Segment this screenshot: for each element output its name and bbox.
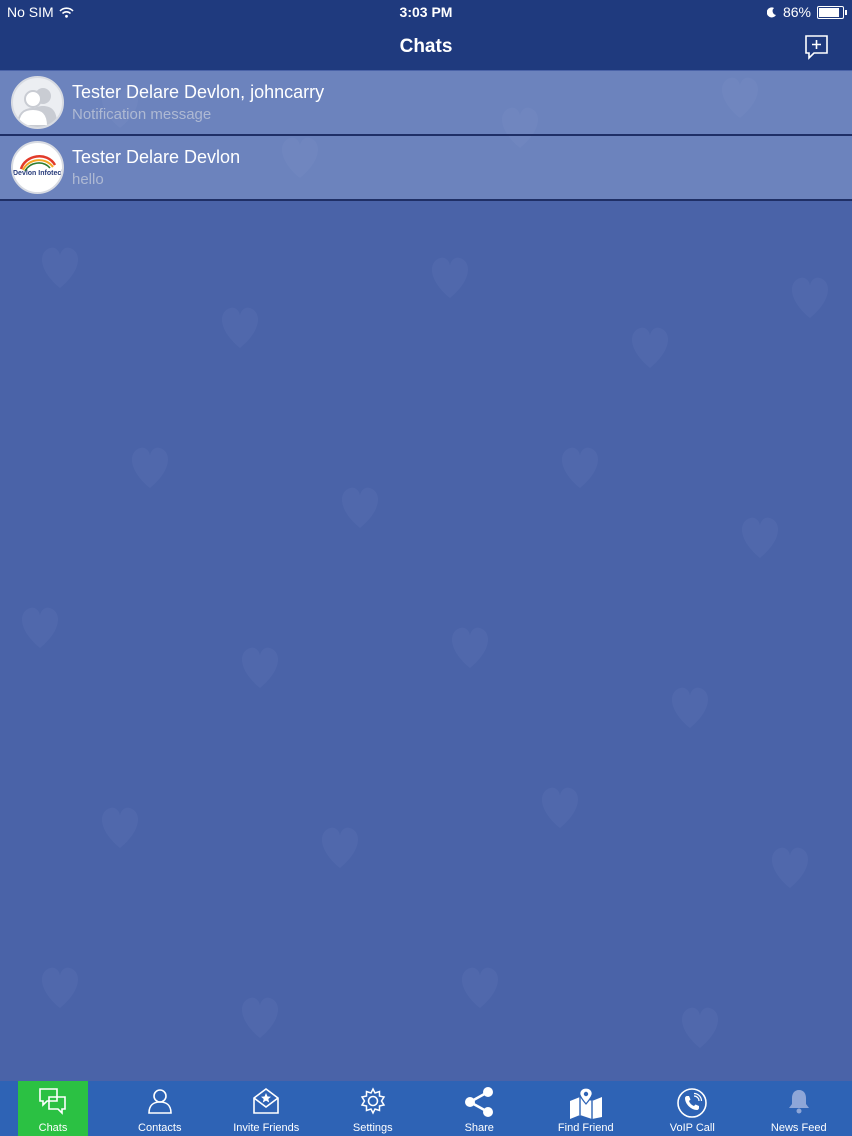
group-avatar-icon <box>11 76 64 129</box>
envelope-icon <box>253 1088 280 1114</box>
chat-list: Tester Delare Devlon, johncarry Notifica… <box>0 71 852 201</box>
tab-share[interactable]: Share <box>426 1081 533 1136</box>
tab-label: Invite Friends <box>233 1122 300 1134</box>
share-icon <box>465 1087 494 1117</box>
status-right: 86% <box>766 4 847 20</box>
person-icon <box>147 1089 172 1114</box>
chat-row-group[interactable]: Tester Delare Devlon, johncarry Notifica… <box>0 71 852 136</box>
logo-text: Devlon Infotech <box>13 170 64 177</box>
tab-label: Find Friend <box>557 1122 614 1134</box>
devlon-infotech-logo: Devlon Infotech <box>11 141 64 194</box>
tab-bar: Chats Contacts Invite Friends Settings S… <box>0 1081 852 1136</box>
chat-bubbles-icon <box>39 1088 66 1115</box>
tab-label: Contacts <box>138 1122 182 1134</box>
chat-preview: hello <box>72 171 104 188</box>
page-title: Chats <box>399 36 453 57</box>
bell-icon <box>788 1090 809 1114</box>
tab-label: Share <box>464 1122 494 1134</box>
tab-settings[interactable]: Settings <box>320 1081 427 1136</box>
tab-chats[interactable]: Chats <box>18 1081 88 1136</box>
tab-label: Settings <box>352 1122 393 1134</box>
chat-name: Tester Delare Devlon, johncarry <box>72 82 325 102</box>
chat-name: Tester Delare Devlon <box>72 147 241 167</box>
battery-percent: 86% <box>782 4 811 20</box>
tab-label: Chats <box>38 1122 68 1134</box>
status-bar: No SIM 3:03 PM 86% <box>0 0 852 24</box>
tab-label: VoIP Call <box>669 1122 715 1134</box>
navigation-bar: Chats <box>0 24 852 70</box>
battery-fill <box>819 7 839 17</box>
heart-pattern-background <box>21 77 829 1048</box>
chat-row-single[interactable]: Devlon Infotech Tester Delare Devlon hel… <box>0 136 852 201</box>
battery-icon <box>817 5 847 19</box>
gear-icon <box>360 1087 385 1115</box>
chat-preview: Notification message <box>72 106 212 123</box>
phone-icon <box>677 1088 708 1118</box>
tab-find-friend[interactable]: Find Friend <box>533 1081 640 1136</box>
moon-icon <box>766 6 776 17</box>
status-time: 3:03 PM <box>399 4 453 20</box>
map-pin-icon <box>569 1087 602 1119</box>
tab-label: News Feed <box>770 1122 827 1134</box>
tab-invite-friends[interactable]: Invite Friends <box>213 1081 320 1136</box>
tab-voip-call[interactable]: VoIP Call <box>639 1081 746 1136</box>
tab-contacts[interactable]: Contacts <box>107 1081 214 1136</box>
tab-news-feed[interactable]: News Feed <box>746 1081 852 1136</box>
new-chat-icon[interactable] <box>804 34 830 60</box>
